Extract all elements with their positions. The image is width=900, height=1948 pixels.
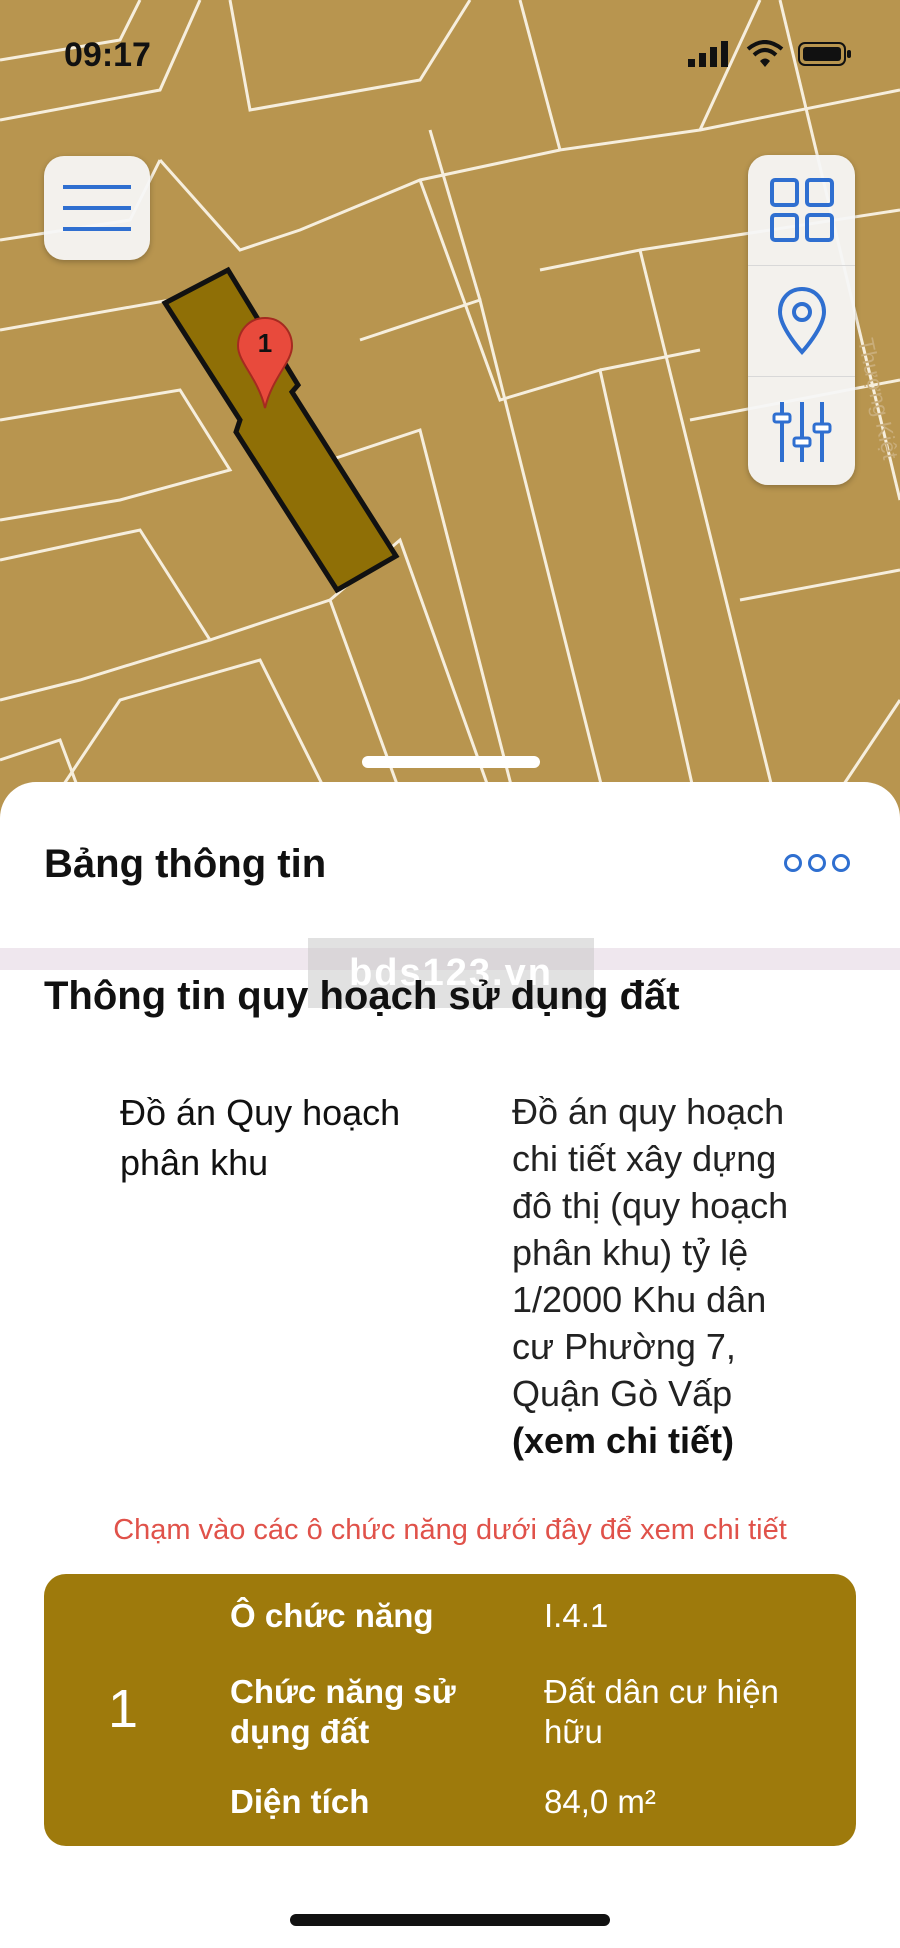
cell-number: 1 (108, 1679, 139, 1739)
grid-icon (769, 178, 834, 242)
plan-value-line: đô thị (quy hoạch (512, 1185, 789, 1226)
filter-button[interactable] (748, 377, 855, 487)
location-button[interactable] (748, 266, 855, 377)
row-label: Ô chức năng (230, 1597, 434, 1634)
sheet-handle[interactable] (362, 756, 540, 768)
dot-icon (784, 854, 802, 872)
info-sheet: Bảng thông tin bds123.vn Thông tin quy h… (0, 782, 900, 1948)
dot-icon (808, 854, 826, 872)
row-label: Diện tích (230, 1783, 370, 1820)
row-label: Chức năng sử dụng đất (230, 1673, 456, 1750)
status-bar: 09:17 (0, 0, 900, 110)
wifi-icon (746, 40, 784, 67)
plan-label: Đồ án Quy hoạch phân khu (120, 1092, 401, 1183)
plan-value-line: 1/2000 Khu dân (512, 1279, 767, 1320)
section-title: Thông tin quy hoạch sử dụng đất (44, 974, 680, 1018)
location-pin-icon (777, 286, 826, 355)
row-value: 84,0 m² (544, 1783, 656, 1820)
menu-button[interactable] (44, 156, 150, 260)
layers-button[interactable] (748, 155, 855, 266)
hamburger-icon (63, 185, 131, 231)
status-time: 09:17 (64, 36, 151, 74)
sheet-title: Bảng thông tin (44, 842, 327, 886)
plan-value: Đồ án quy hoạch chi tiết xây dựng đô thị… (512, 1088, 852, 1464)
row-value: I.4.1 (544, 1597, 609, 1634)
plan-value-line: phân khu) tỷ lệ (512, 1232, 749, 1273)
plan-value-line: Quận Gò Vấp (512, 1373, 733, 1414)
map-tools (748, 155, 855, 485)
sliders-icon (772, 402, 831, 462)
home-indicator[interactable] (290, 1914, 610, 1926)
battery-icon (798, 42, 851, 66)
plan-value-line: chi tiết xây dựng (512, 1138, 777, 1179)
hint-text: Chạm vào các ô chức năng dưới đây để xem… (113, 1514, 787, 1546)
dot-icon (832, 854, 850, 872)
row-value: Đất dân cư hiện hữu (544, 1673, 779, 1750)
function-cell-card[interactable]: 1 Ô chức năng I.4.1 Chức năng sử dụng đấ… (44, 1574, 856, 1846)
signal-icon (688, 41, 728, 67)
plan-value-line: cư Phường 7, (512, 1326, 736, 1367)
plan-value-line: Đồ án quy hoạch (512, 1091, 785, 1132)
view-details-link[interactable]: (xem chi tiết) (512, 1417, 852, 1464)
more-options-button[interactable] (784, 854, 850, 872)
marker-label: 1 (258, 328, 272, 358)
